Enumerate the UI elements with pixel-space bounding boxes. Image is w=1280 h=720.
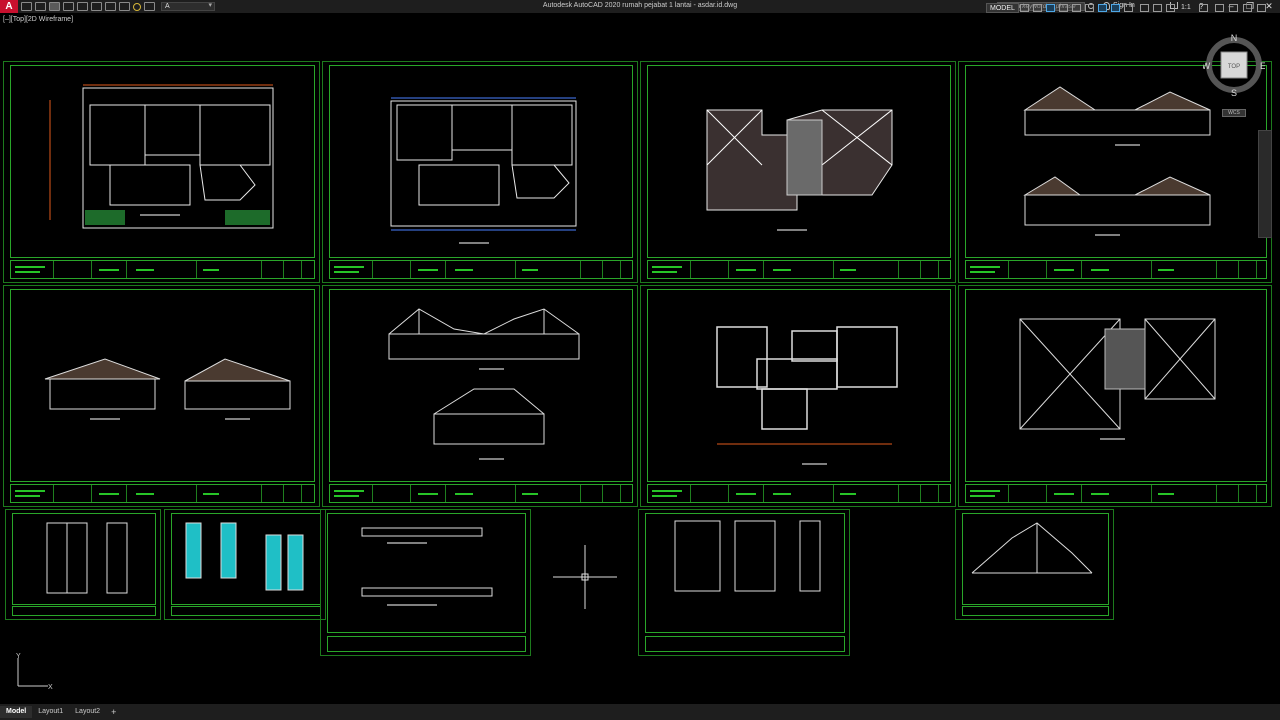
- workspace-switch-icon[interactable]: [1199, 4, 1208, 12]
- compass-south[interactable]: S: [1231, 88, 1237, 96]
- tab-layout1[interactable]: Layout1: [32, 706, 69, 718]
- side-elevations-drawing: [44, 358, 291, 420]
- isolate-objects-icon[interactable]: [1243, 4, 1252, 12]
- sheet-window-details: [164, 509, 326, 620]
- lineweight-icon[interactable]: [1111, 4, 1120, 12]
- units-icon[interactable]: [1229, 4, 1238, 12]
- tab-layout2[interactable]: Layout2: [69, 706, 106, 718]
- polar-tracking-icon[interactable]: [1059, 4, 1068, 12]
- ortho-icon[interactable]: [1046, 4, 1055, 12]
- isodraft-icon[interactable]: [1072, 4, 1081, 12]
- sections-drawing: [388, 308, 580, 460]
- save-as-icon[interactable]: [63, 2, 74, 11]
- add-layout-button[interactable]: +: [106, 707, 121, 717]
- annotation-monitor-icon[interactable]: [1215, 4, 1224, 12]
- window-details-drawing: [185, 522, 304, 591]
- sheet-foundation-plan: [640, 285, 956, 507]
- layer-state-icon[interactable]: [133, 2, 141, 11]
- model-space-button[interactable]: MODEL: [986, 3, 1019, 13]
- door-details-drawing: [46, 522, 128, 594]
- floor-plan-drawing: [49, 84, 274, 229]
- sheet-door-details: [5, 509, 161, 620]
- annotation-scale[interactable]: 1:1: [1181, 4, 1191, 11]
- transparency-icon[interactable]: [1124, 4, 1133, 12]
- open-file-icon[interactable]: [35, 2, 46, 11]
- navigation-bar[interactable]: [1258, 130, 1272, 238]
- sheet-roof-framing: [958, 285, 1272, 507]
- sheet-truss-detail: [955, 509, 1114, 620]
- tab-model[interactable]: Model: [0, 706, 33, 718]
- workspace-select[interactable]: A: [161, 2, 215, 11]
- compass-east[interactable]: E: [1260, 61, 1265, 71]
- web-mobile-icon[interactable]: [77, 2, 88, 11]
- sheet-beam-details: [320, 509, 531, 656]
- viewcube[interactable]: TOP N S E W: [1203, 34, 1265, 96]
- roof-framing-drawing: [1019, 318, 1216, 440]
- annotation-visibility-icon[interactable]: [1153, 4, 1162, 12]
- grid-icon[interactable]: [1020, 4, 1029, 12]
- plot-icon[interactable]: [91, 2, 102, 11]
- compass-north[interactable]: N: [1231, 34, 1238, 43]
- compass-west[interactable]: W: [1203, 61, 1211, 71]
- sheet-side-elevations: [3, 285, 320, 507]
- wcs-menu[interactable]: WCS: [1222, 109, 1246, 117]
- dimension-plan-drawing: [390, 97, 577, 244]
- auto-scale-icon[interactable]: [1166, 4, 1175, 12]
- sheet-cabinet-details: [638, 509, 850, 656]
- layer-lock-icon[interactable]: [144, 2, 155, 11]
- object-snap-icon[interactable]: [1098, 4, 1107, 12]
- sheet-floor-plan: [3, 61, 320, 283]
- customization-icon[interactable]: [1257, 4, 1266, 12]
- undo-icon[interactable]: [105, 2, 116, 11]
- ucs-y-label: Y: [16, 653, 21, 660]
- viewport-controls-label[interactable]: [–][Top][2D Wireframe]: [3, 16, 73, 23]
- selection-cycling-icon[interactable]: [1140, 4, 1149, 12]
- ucs-x-label: X: [48, 684, 53, 691]
- status-bar: Model Layout1 Layout2 +: [0, 704, 1280, 720]
- roof-plan-drawing: [706, 109, 893, 231]
- sheet-dimension-plan: [322, 61, 638, 283]
- foundation-plan-drawing: [716, 326, 898, 465]
- redo-icon[interactable]: [119, 2, 130, 11]
- cabinet-details-drawing: [674, 520, 821, 592]
- beam-details-drawing: [361, 527, 493, 606]
- viewcube-top-label: TOP: [1228, 64, 1240, 70]
- sheet-roof-plan: [640, 61, 956, 283]
- save-icon[interactable]: [49, 2, 60, 11]
- sheet-sections: [322, 285, 638, 507]
- snap-icon[interactable]: [1033, 4, 1042, 12]
- truss-detail-drawing: [971, 522, 1093, 574]
- new-file-icon[interactable]: [21, 2, 32, 11]
- ucs-icon: Y X: [16, 653, 53, 691]
- crosshair-cursor: [553, 545, 617, 609]
- application-menu-button[interactable]: A: [0, 0, 18, 13]
- object-snap-tracking-icon[interactable]: [1085, 4, 1094, 12]
